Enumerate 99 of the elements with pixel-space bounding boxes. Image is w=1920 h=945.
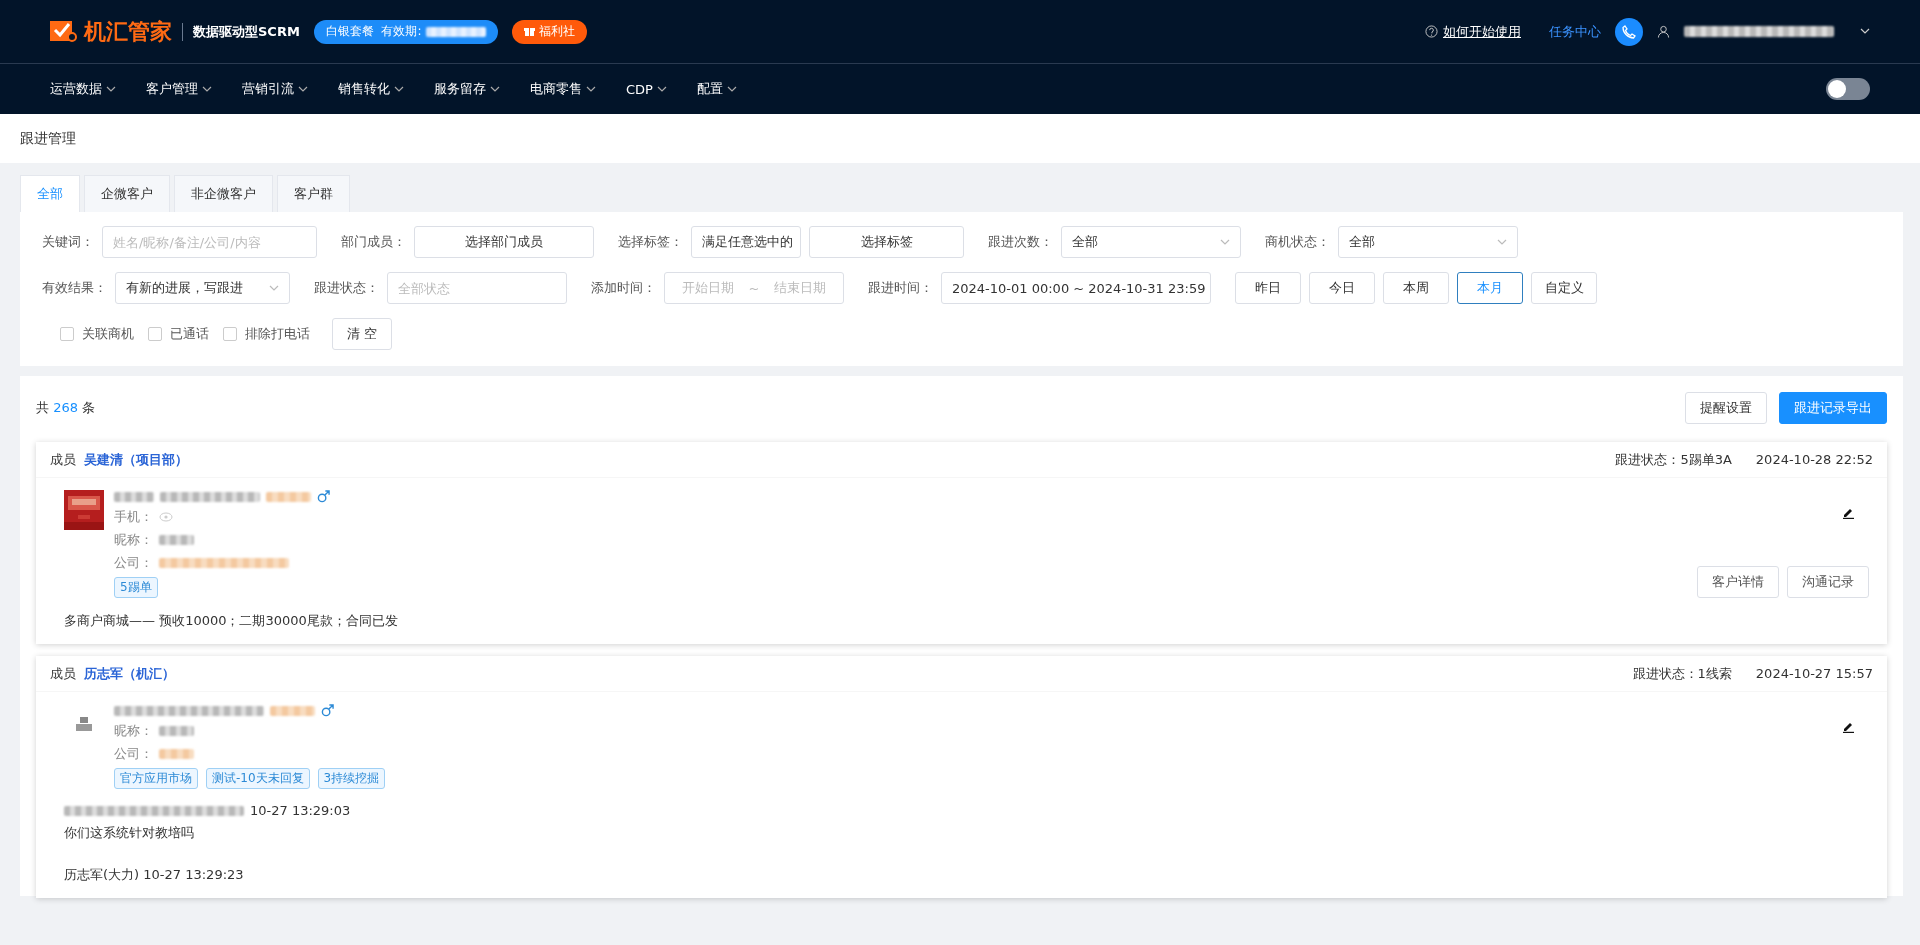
clear-button[interactable]: 清 空 bbox=[332, 318, 393, 350]
checkbox[interactable] bbox=[60, 327, 74, 341]
nav-item[interactable]: 销售转化 bbox=[338, 80, 404, 98]
chevron-down-icon bbox=[490, 84, 500, 94]
field-label: 昵称： bbox=[114, 531, 153, 549]
note-text: 多商户商城—— 预收10000；二期30000尾款；合同已发 bbox=[64, 612, 399, 630]
tab[interactable]: 客户群 bbox=[277, 175, 350, 212]
total-count: 共 268 条 bbox=[36, 399, 96, 417]
field-label: 公司： bbox=[114, 745, 153, 763]
logo-icon bbox=[50, 18, 78, 45]
nav-item[interactable]: CDP bbox=[626, 81, 667, 97]
filter-label: 选择标签： bbox=[618, 233, 683, 251]
action-button[interactable]: 客户详情 bbox=[1697, 566, 1779, 598]
tag: 3持续挖掘 bbox=[317, 768, 386, 789]
chevron-down-icon bbox=[726, 84, 737, 94]
member-label: 成员 bbox=[50, 664, 76, 683]
message-text: 你们这系统针对教培吗 bbox=[64, 824, 195, 842]
blurred-date bbox=[425, 26, 486, 37]
phone-button[interactable] bbox=[1615, 17, 1643, 46]
nav-item[interactable]: 营销引流 bbox=[242, 80, 308, 98]
checkbox[interactable] bbox=[148, 327, 162, 341]
task-center-link[interactable]: 任务中心 bbox=[1549, 22, 1601, 41]
chevron-down-icon bbox=[1497, 237, 1507, 247]
quick-range-button[interactable]: 昨日 bbox=[1235, 272, 1301, 304]
action-button[interactable]: 沟通记录 bbox=[1787, 566, 1869, 598]
edit-icon[interactable] bbox=[1842, 506, 1855, 519]
settings-button[interactable]: 提醒设置 bbox=[1685, 392, 1767, 424]
blurred-remark bbox=[270, 705, 315, 716]
user-icon bbox=[1657, 25, 1670, 38]
member-link[interactable]: 历志军（机汇） bbox=[84, 664, 175, 683]
blurred-remark bbox=[266, 491, 311, 502]
message-meta: 10-27 13:29:03 bbox=[250, 803, 351, 818]
tab[interactable]: 非企微客户 bbox=[174, 175, 273, 212]
slogan: 数据驱动型SCRM bbox=[182, 22, 300, 41]
tag: 测试-10天未回复 bbox=[206, 768, 310, 789]
chevron-down-icon bbox=[1860, 26, 1870, 36]
plan-badge: 白银套餐 有效期: bbox=[313, 19, 498, 44]
tab[interactable]: 企微客户 bbox=[84, 175, 170, 212]
record-time: 2024-10-28 22:52 bbox=[1755, 452, 1873, 467]
filter-label: 关键词： bbox=[42, 233, 94, 251]
nav-item[interactable]: 配置 bbox=[696, 80, 737, 98]
nav-item[interactable]: 运营数据 bbox=[50, 80, 116, 98]
chevron-down-icon bbox=[656, 84, 667, 94]
select-field[interactable]: 有新的进展，写跟进 bbox=[115, 272, 290, 304]
checkbox-label: 排除打电话 bbox=[245, 325, 310, 343]
field-label: 手机： bbox=[114, 508, 153, 526]
chevron-down-icon bbox=[586, 84, 596, 94]
field-label: 公司： bbox=[114, 554, 153, 572]
filter-label: 部门成员： bbox=[341, 233, 406, 251]
select-field[interactable]: 满足任意选中的 bbox=[691, 226, 801, 258]
chevron-down-icon bbox=[106, 84, 116, 94]
edit-icon[interactable] bbox=[1842, 720, 1855, 733]
chevron-down-icon bbox=[269, 283, 279, 293]
nav-item[interactable]: 服务留存 bbox=[434, 80, 500, 98]
tag: 官方应用市场 bbox=[114, 768, 198, 789]
chevron-down-icon bbox=[1220, 237, 1230, 247]
quick-range-button[interactable]: 自定义 bbox=[1531, 272, 1597, 304]
record-time: 2024-10-27 15:57 bbox=[1755, 666, 1873, 681]
blurred-value bbox=[159, 749, 194, 759]
nav-item[interactable]: 客户管理 bbox=[146, 80, 212, 98]
phone-icon bbox=[1622, 24, 1636, 39]
picker-button[interactable]: 选择部门成员 bbox=[414, 226, 594, 258]
select-field[interactable]: 全部 bbox=[1338, 226, 1518, 258]
filter-label: 有效结果： bbox=[42, 279, 107, 297]
page-title: 跟进管理 bbox=[0, 114, 1920, 163]
blurred-value bbox=[159, 535, 194, 545]
filter-label: 跟进状态： bbox=[314, 279, 379, 297]
blurred-value bbox=[159, 726, 194, 736]
chevron-down-icon bbox=[202, 84, 212, 94]
logo-text: 机汇管家 bbox=[84, 17, 172, 46]
filter-label: 跟进时间： bbox=[868, 279, 933, 297]
text-field[interactable]: 全部状态 bbox=[387, 272, 567, 304]
blurred-name bbox=[114, 491, 154, 502]
datetime-range-field[interactable]: 2024-10-01 00:00 ~ 2024-10-31 23:59 bbox=[941, 272, 1211, 304]
checkbox[interactable] bbox=[223, 327, 237, 341]
filter-label: 商机状态： bbox=[1265, 233, 1330, 251]
member-label: 成员 bbox=[50, 450, 76, 469]
tag: 5踢单 bbox=[114, 577, 158, 598]
nav-item[interactable]: 电商零售 bbox=[530, 80, 596, 98]
chevron-down-icon bbox=[298, 84, 308, 94]
theme-toggle[interactable] bbox=[1826, 78, 1870, 100]
status-text: 跟进状态：5踢单3A bbox=[1615, 450, 1732, 469]
chevron-down-icon bbox=[394, 84, 404, 94]
member-link[interactable]: 吴建清（项目部） bbox=[84, 450, 188, 469]
status-text: 跟进状态：1线索 bbox=[1632, 664, 1732, 683]
picker-button[interactable]: 选择标签 bbox=[809, 226, 964, 258]
text-field[interactable]: 姓名/昵称/备注/公司/内容 bbox=[102, 226, 317, 258]
help-icon bbox=[1425, 25, 1438, 38]
checkbox-label: 已通话 bbox=[170, 325, 209, 343]
message-meta: 历志军(大力) 10-27 13:29:23 bbox=[64, 866, 244, 884]
filter-label: 跟进次数： bbox=[988, 233, 1053, 251]
select-field[interactable]: 全部 bbox=[1061, 226, 1241, 258]
quick-range-button[interactable]: 今日 bbox=[1309, 272, 1375, 304]
field-label: 昵称： bbox=[114, 722, 153, 740]
help-link[interactable]: 如何开始使用 bbox=[1425, 22, 1521, 41]
checkbox-label: 关联商机 bbox=[82, 325, 134, 343]
quick-range-button[interactable]: 本周 bbox=[1383, 272, 1449, 304]
filter-label: 添加时间： bbox=[591, 279, 656, 297]
gift-icon bbox=[523, 26, 535, 37]
